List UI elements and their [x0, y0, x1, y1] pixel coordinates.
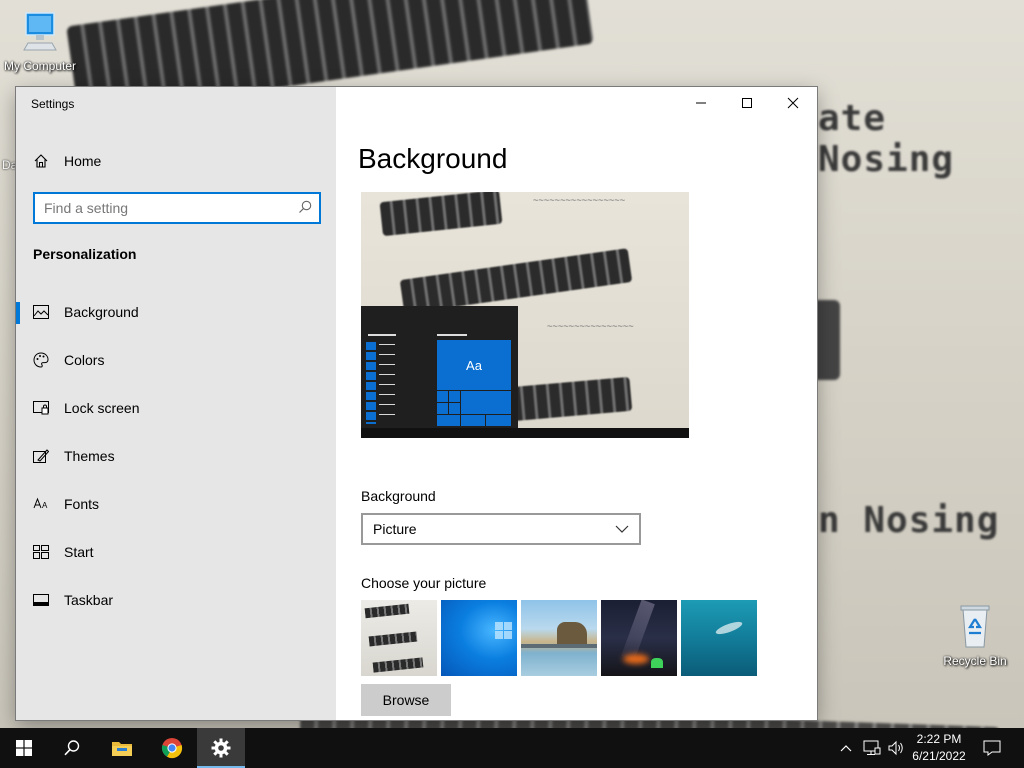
- sidebar-item-taskbar[interactable]: Taskbar: [16, 578, 336, 622]
- fonts-icon: A: [32, 495, 50, 513]
- background-type-dropdown[interactable]: Picture: [361, 513, 641, 545]
- sidebar-item-home[interactable]: Home: [16, 139, 336, 183]
- background-preview: ~~~~~~~~~~~~~~~~~ ~~~~~~~~~~~~~~~~ Aa: [361, 192, 689, 438]
- window-title: Settings: [31, 97, 75, 111]
- chevron-down-icon: [615, 525, 629, 533]
- taskbar-clock[interactable]: 2:22 PM 6/21/2022: [904, 731, 974, 765]
- section-title: Personalization: [33, 246, 137, 262]
- taskbar: 2:22 PM 6/21/2022: [0, 728, 1024, 768]
- start-icon: [32, 543, 50, 561]
- search-icon: [64, 740, 80, 756]
- background-type-label: Background: [361, 488, 436, 504]
- sidebar-item-fonts[interactable]: A Fonts: [16, 482, 336, 526]
- chrome-button[interactable]: [148, 728, 196, 768]
- browse-button[interactable]: Browse: [361, 684, 451, 716]
- windows-start-icon: [16, 740, 32, 756]
- clock-date: 6/21/2022: [912, 749, 966, 763]
- network-icon: [863, 740, 881, 755]
- search-button[interactable]: [48, 728, 96, 768]
- file-explorer-button[interactable]: [98, 728, 146, 768]
- sidebar-item-label: Background: [64, 304, 139, 320]
- search-box[interactable]: [33, 192, 321, 224]
- wallpaper-text: n Nosing: [818, 500, 1000, 541]
- show-hidden-icons-button[interactable]: [836, 728, 856, 768]
- picture-thumbnail-3[interactable]: [521, 600, 597, 676]
- picture-thumbnail-5[interactable]: [681, 600, 757, 676]
- action-center-button[interactable]: [978, 728, 1006, 768]
- content-pane: Background ~~~~~~~~~~~~~~~~~ ~~~~~~~~~~~…: [336, 87, 817, 720]
- wallpaper-text: ate Nosing: [818, 98, 955, 180]
- clock-time: 2:22 PM: [916, 732, 962, 746]
- sidebar-item-label: Colors: [64, 352, 105, 368]
- maximize-button[interactable]: [724, 87, 770, 119]
- sidebar-item-label: Taskbar: [64, 592, 114, 608]
- search-icon[interactable]: [297, 199, 313, 215]
- picture-thumbnail-2[interactable]: [441, 600, 517, 676]
- sidebar-item-start[interactable]: Start: [16, 530, 336, 574]
- themes-icon: [32, 447, 50, 465]
- recycle-bin-icon: [960, 605, 990, 648]
- notification-icon: [983, 740, 1001, 756]
- sidebar-item-label: Lock screen: [64, 400, 140, 416]
- gear-icon: [211, 738, 231, 758]
- folder-icon: [112, 742, 132, 756]
- sidebar-item-colors[interactable]: Colors: [16, 338, 336, 382]
- sidebar-item-themes[interactable]: Themes: [16, 434, 336, 478]
- settings-taskbar-button[interactable]: [197, 728, 245, 768]
- start-button[interactable]: [0, 728, 48, 768]
- desktop-icon-label: Recycle Bin: [943, 654, 1007, 668]
- picture-thumbnail-1[interactable]: [361, 600, 437, 676]
- close-icon: [787, 97, 799, 109]
- sidebar-item-label: Fonts: [64, 496, 100, 512]
- preview-taskbar: [361, 428, 689, 438]
- desktop-icon-label: My Computer: [3, 59, 77, 73]
- preview-wallpaper-rail: [379, 192, 503, 237]
- minimize-icon: [696, 102, 706, 104]
- maximize-icon: [742, 98, 752, 108]
- picture-thumbnail-4[interactable]: [601, 600, 677, 676]
- windows-logo-icon: [495, 622, 512, 639]
- sidebar-item-label: Themes: [64, 448, 115, 464]
- sidebar-item-label: Home: [64, 153, 102, 169]
- home-icon: [32, 152, 50, 170]
- preview-wallpaper-rail: [399, 248, 633, 314]
- sidebar: Settings Home Personalization Background: [16, 87, 336, 720]
- chevron-up-icon: [840, 745, 852, 752]
- volume-icon: [888, 740, 903, 756]
- desktop-icon-my-computer[interactable]: My Computer: [0, 10, 80, 73]
- preview-wallpaper-text: ~~~~~~~~~~~~~~~~: [547, 322, 634, 332]
- palette-icon: [32, 351, 50, 369]
- preview-tile: Aa: [437, 340, 511, 390]
- settings-window: Settings Home Personalization Background: [16, 87, 817, 720]
- sidebar-item-label: Start: [64, 544, 94, 560]
- dropdown-value: Picture: [373, 521, 417, 537]
- preview-wallpaper-text: ~~~~~~~~~~~~~~~~~: [533, 196, 626, 206]
- sidebar-item-lock-screen[interactable]: Lock screen: [16, 386, 336, 430]
- computer-icon: [23, 12, 57, 51]
- picture-icon: [32, 303, 50, 321]
- svg-text:A: A: [42, 501, 48, 510]
- chrome-icon: [161, 738, 183, 759]
- search-input[interactable]: [35, 199, 286, 217]
- sidebar-item-background[interactable]: Background: [16, 290, 336, 334]
- choose-picture-label: Choose your picture: [361, 575, 487, 591]
- preview-wallpaper-rail: [509, 376, 633, 422]
- taskbar-icon: [32, 591, 50, 609]
- network-button[interactable]: [860, 728, 884, 768]
- close-button[interactable]: [770, 87, 816, 119]
- desktop-icon-recycle-bin[interactable]: Recycle Bin: [935, 603, 1015, 668]
- lock-screen-icon: [32, 399, 50, 417]
- preview-tile-grid: [437, 391, 511, 428]
- minimize-button[interactable]: [678, 87, 724, 119]
- page-title: Background: [358, 143, 508, 174]
